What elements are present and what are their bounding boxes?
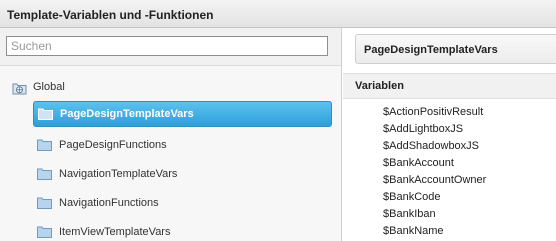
tree-pane: Global PageDesignTemplateVars PageDesign… [0,28,342,241]
tree-item-itemviewtemplatevars[interactable]: ItemViewTemplateVars [33,219,332,241]
tree-item-label: NavigationTemplateVars [59,168,178,180]
detail-pane: PageDesignTemplateVars Variablen $Action… [343,28,556,241]
variable-item[interactable]: $BankCode [383,189,553,206]
tree-root-global[interactable]: Global [12,78,65,96]
tree-item-label: PageDesignFunctions [59,139,167,151]
folder-icon [37,197,52,209]
section-label: Variablen [355,80,404,92]
tree-item-label: PageDesignTemplateVars [60,108,194,120]
tree-item-navigationfunctions[interactable]: NavigationFunctions [33,190,332,216]
search-input[interactable] [6,36,328,56]
variable-item[interactable]: $BankIban [383,206,553,223]
global-folder-icon [12,81,27,95]
variable-item[interactable]: $AddLightboxJS [383,121,553,138]
variable-item[interactable]: $BankAccountOwner [383,172,553,189]
window-titlebar: Template-Variablen und -Funktionen [0,0,556,28]
variable-item[interactable]: $BankAccount [383,155,553,172]
folder-icon [37,168,52,180]
tree-item-pagedesignfunctions[interactable]: PageDesignFunctions [33,132,332,158]
variable-item[interactable]: $BankName [383,223,553,240]
variable-item[interactable]: $AddShadowboxJS [383,138,553,155]
folder-icon [37,226,52,238]
tree-item-label: ItemViewTemplateVars [59,226,171,238]
detail-header: PageDesignTemplateVars [355,34,556,64]
search-bar [0,28,341,66]
tree-item-label: NavigationFunctions [59,197,159,209]
tree-item-pagedesigntemplatevars[interactable]: PageDesignTemplateVars [33,101,332,127]
detail-title: PageDesignTemplateVars [364,44,498,56]
variable-item[interactable]: $ActionPositivResult [383,104,553,121]
tree-item-navigationtemplatevars[interactable]: NavigationTemplateVars [33,161,332,187]
folder-icon [37,139,52,151]
variable-list: $ActionPositivResult $AddLightboxJS $Add… [383,104,553,240]
folder-icon [38,108,53,120]
tree-root-label: Global [33,81,65,93]
variables-section-header: Variablen [343,73,556,99]
window-title: Template-Variablen und -Funktionen [7,8,214,22]
